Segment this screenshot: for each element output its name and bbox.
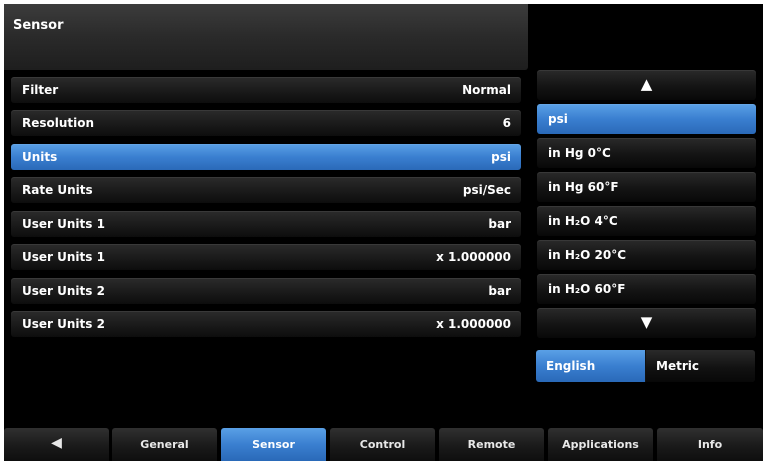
setting-value: 6	[502, 116, 511, 130]
tab-label: Remote	[467, 438, 516, 451]
setting-value: psi/Sec	[462, 183, 511, 197]
tab-label: Info	[697, 438, 723, 451]
unit-option-in-h2o-4c[interactable]: in H₂O 4°C	[537, 206, 756, 236]
setting-value: psi	[491, 150, 511, 164]
unit-option-label: in H₂O 4°C	[548, 214, 618, 228]
metric-button[interactable]: Metric	[646, 350, 755, 382]
setting-row-filter[interactable]: Filter Normal	[11, 77, 521, 103]
tab-label: Control	[359, 438, 406, 451]
setting-label: User Units 1	[22, 217, 105, 231]
setting-label: Filter	[22, 83, 59, 97]
english-button[interactable]: English	[536, 350, 645, 382]
setting-value: x 1.000000	[436, 250, 511, 264]
sensor-screen: Sensor Filter Normal Resolution 6 Units …	[4, 4, 763, 461]
arrow-down-icon: ▼	[640, 313, 653, 331]
tab-label: General	[140, 438, 189, 451]
setting-row-resolution[interactable]: Resolution 6	[11, 110, 521, 136]
arrow-up-icon: ▲	[640, 75, 653, 93]
setting-label: User Units 2	[22, 317, 105, 331]
tab-label: Applications	[562, 438, 639, 451]
metric-label: Metric	[656, 359, 699, 373]
setting-label: Units	[22, 150, 58, 164]
tab-remote[interactable]: Remote	[439, 428, 544, 461]
unit-option-in-h2o-20c[interactable]: in H₂O 20°C	[537, 240, 756, 270]
tab-sensor[interactable]: Sensor	[221, 428, 326, 461]
back-arrow-icon: ◀	[51, 435, 62, 451]
tab-label: Sensor	[252, 438, 295, 451]
setting-value: x 1.000000	[436, 317, 511, 331]
tab-applications[interactable]: Applications	[548, 428, 653, 461]
setting-label: Rate Units	[22, 183, 93, 197]
unit-option-label: psi	[548, 112, 568, 126]
setting-label: User Units 1	[22, 250, 105, 264]
scroll-up-button[interactable]: ▲	[537, 70, 756, 100]
tab-general[interactable]: General	[112, 428, 217, 461]
setting-row-user-units-1-factor[interactable]: User Units 1 x 1.000000	[11, 244, 521, 270]
page-title: Sensor	[13, 18, 64, 33]
bottom-tab-bar: ◀ General Sensor Control Remote Applicat…	[4, 428, 763, 461]
setting-row-units[interactable]: Units psi	[11, 144, 521, 170]
unit-option-label: in H₂O 20°C	[548, 248, 627, 262]
setting-value: bar	[488, 284, 511, 298]
unit-option-in-hg-0c[interactable]: in Hg 0°C	[537, 138, 756, 168]
tab-info[interactable]: Info	[657, 428, 763, 461]
unit-option-in-h2o-60f[interactable]: in H₂O 60°F	[537, 274, 756, 304]
tab-control[interactable]: Control	[330, 428, 435, 461]
unit-option-label: in Hg 60°F	[548, 180, 619, 194]
unit-option-in-hg-60f[interactable]: in Hg 60°F	[537, 172, 756, 202]
setting-row-rate-units[interactable]: Rate Units psi/Sec	[11, 177, 521, 203]
scroll-down-button[interactable]: ▼	[537, 308, 756, 338]
unit-option-label: in H₂O 60°F	[548, 282, 626, 296]
english-label: English	[546, 359, 596, 373]
setting-value: Normal	[462, 83, 511, 97]
setting-row-user-units-2-factor[interactable]: User Units 2 x 1.000000	[11, 311, 521, 337]
setting-value: bar	[488, 217, 511, 231]
setting-row-user-units-2[interactable]: User Units 2 bar	[11, 278, 521, 304]
setting-label: User Units 2	[22, 284, 105, 298]
unit-option-label: in Hg 0°C	[548, 146, 611, 160]
setting-row-user-units-1[interactable]: User Units 1 bar	[11, 211, 521, 237]
unit-option-psi[interactable]: psi	[537, 104, 756, 134]
setting-label: Resolution	[22, 116, 95, 130]
unit-system-toggle: English Metric	[536, 350, 755, 382]
header-panel: Sensor	[4, 4, 528, 70]
back-button[interactable]: ◀	[4, 428, 109, 461]
